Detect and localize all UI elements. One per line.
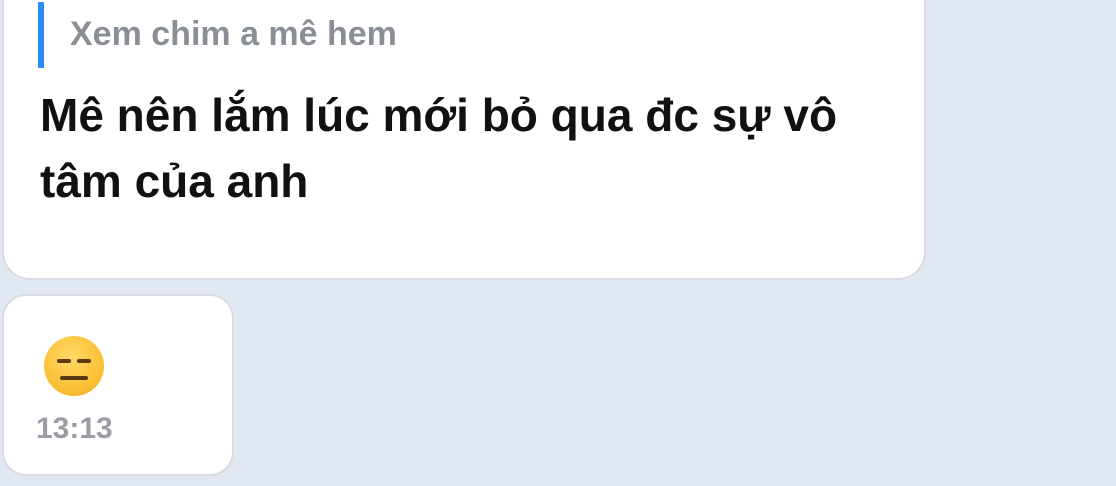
message-text: Mê nên lắm lúc mới bỏ qua đc sự vô tâm c… xyxy=(40,89,838,207)
mouth xyxy=(60,376,88,380)
quoted-message-text: Xem chim a mê hem xyxy=(70,15,397,53)
left-eye xyxy=(57,359,71,363)
expressionless-face-icon xyxy=(44,336,104,396)
message-timestamp: 13:13 xyxy=(36,412,113,445)
emoji-message-bubble[interactable] xyxy=(2,294,234,476)
quote-bar xyxy=(38,2,44,68)
right-eye xyxy=(77,359,91,363)
reply-quote[interactable]: Xem chim a mê hem xyxy=(38,2,397,68)
message-bubble[interactable]: Xem chim a mê hem Mê nên lắm lúc mới bỏ … xyxy=(2,0,926,280)
